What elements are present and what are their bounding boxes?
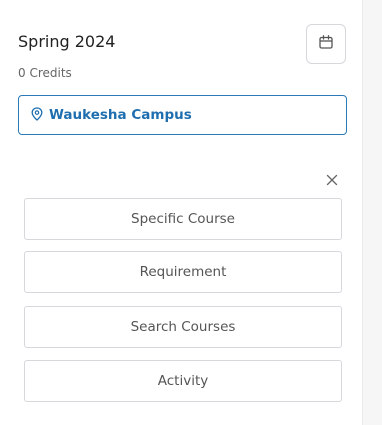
calendar-icon: [318, 34, 334, 54]
side-rail: [362, 0, 382, 425]
close-button[interactable]: [322, 170, 342, 190]
credits-count: 0 Credits: [18, 66, 72, 80]
calendar-button[interactable]: [306, 24, 346, 64]
search-courses-button[interactable]: Search Courses: [24, 306, 342, 348]
term-title: Spring 2024: [18, 32, 116, 51]
map-pin-icon: [31, 106, 43, 125]
specific-course-button[interactable]: Specific Course: [24, 198, 342, 240]
requirement-button[interactable]: Requirement: [24, 251, 342, 293]
activity-button[interactable]: Activity: [24, 360, 342, 402]
campus-label: Waukesha Campus: [49, 107, 192, 123]
term-panel: Spring 2024 0 Credits Waukesha Campus Sp…: [0, 0, 362, 425]
close-icon: [326, 171, 338, 190]
campus-selector-button[interactable]: Waukesha Campus: [18, 95, 347, 135]
